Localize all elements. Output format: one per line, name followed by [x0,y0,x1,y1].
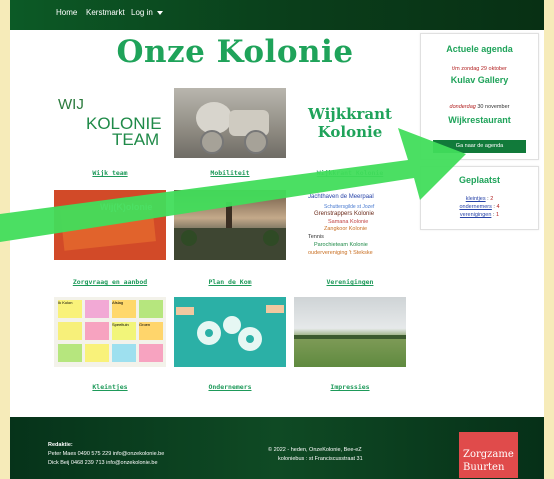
sticky-note [58,322,82,340]
page-title: Onze Kolonie [116,34,354,70]
cloud-item: Samana Kolonie [328,219,369,225]
tile-label-plan-de-kom[interactable]: Plan de Kom [174,278,286,286]
cloud-item: oudervereniging 't Stekske [308,250,373,256]
geplaatst-row: kleintjes : 2 [465,196,494,202]
tile-label-wijkkrant[interactable]: Wijkkrant Kolonie [294,169,406,177]
geplaatst-link-kleintjes[interactable]: kleintjes [466,196,486,202]
sticky-note [58,344,82,362]
agenda-event2-name[interactable]: Wijkrestaurant [421,115,538,125]
agenda-event1-date: t/m zondag 29 oktober [452,66,507,72]
logo-text-team: TEAM [112,130,160,149]
geplaatst-row: verenigingen : 1 [459,212,500,218]
geplaatst-count: 1 [496,212,500,218]
wijkkrant-text-1: Wijkkrant [308,105,392,123]
tile-label-wijk-team[interactable]: Wijk team [54,169,166,177]
sticky-note: Groen [139,322,163,340]
tile-label-zorgvraag[interactable]: Zorgvraag en aanbod [54,278,166,286]
tile-verenigingen[interactable]: Jachthaven de Meerpaal Schuttersgilde st… [294,190,406,270]
horizon-trees [294,335,406,339]
agenda-title: Actuele agenda [446,44,513,54]
cloud-item: Tennis [308,234,324,240]
nav-kerstmarkt[interactable]: Kerstmarkt [86,8,125,17]
sticky-note [112,344,136,362]
brochure-text: Wij(K)olonie [100,202,153,212]
footer-redaktie: Redaktie: [48,442,73,448]
cloud-item: Jachthaven de Meerpaal [308,194,374,200]
footer-contact-1: Peter Maes 0490 575 229 info@onzekolonie… [48,451,165,457]
geplaatst-count: 2 [490,196,494,202]
geplaatst-count: 4 [496,204,500,210]
sticky-note: Afslag [112,300,136,318]
sticky-note: Speeltuin [112,322,136,340]
footer: Redaktie: Peter Maes 0490 575 229 info@o… [10,417,544,479]
sticky-note [85,322,109,340]
geplaatst-link-ondernemers[interactable]: ondernemers [459,204,491,210]
cloud-item: Zangkoor Kolonie [324,226,368,232]
tile-zorgvraag[interactable]: Wij(K)olonie [54,190,166,260]
tile-mobiliteit[interactable] [174,88,286,158]
geplaatst-box: Geplaatst kleintjes : 2 ondernemers : 4 … [420,166,539,230]
logo-text: Zorgzame [463,449,514,460]
tile-ondernemers[interactable] [174,297,286,367]
tile-label-verenigingen[interactable]: Verenigingen [294,278,406,286]
sticky-note: Ik Kolon [58,300,82,318]
tile-wijk-team[interactable]: WIJ KOLONIE TEAM [54,88,166,158]
statue-image [196,102,269,154]
geplaatst-link-verenigingen[interactable]: verenigingen [460,212,492,218]
top-nav: Home Kerstmarkt Log in [10,0,544,30]
nav-home[interactable]: Home [56,8,77,17]
cloud-item: Grenstrappers Kolonie [314,211,375,217]
tile-wijkkrant[interactable]: Wijkkrant Kolonie [294,88,406,158]
tile-kleintjes[interactable]: Ik Kolon Afslag Speeltuin Groen [54,297,166,367]
cloud-item: Parochieteam Kolonie [314,242,368,248]
agenda-event2-date: 30 november [477,104,510,110]
page: Home Kerstmarkt Log in Onze Kolonie WIJ … [10,0,544,479]
agenda-event2-datetime: donderdag 30 november [421,104,538,110]
agenda-event2-day: donderdag [449,104,476,110]
wijkkrant-text-2: Kolonie [317,123,383,141]
zorgzame-buurten-logo[interactable]: Zorgzame Buurten [459,432,518,478]
tile-impressies[interactable] [294,297,406,367]
agenda-box: Actuele agenda t/m zondag 29 oktober Kul… [420,33,539,160]
sticky-note [139,300,163,318]
footer-copyright: © 2022 - heden, OnzeKolonie, Bee-eZ [268,447,362,453]
logo-text: Buurten [463,462,505,473]
geplaatst-title: Geplaatst [458,175,500,185]
tile-plan-de-kom[interactable] [174,190,286,260]
sticky-note [139,344,163,362]
footer-address: koloniebus : st Franciscusstraat 31 [278,456,363,462]
gears-image [176,305,284,351]
geplaatst-row: ondernemers : 4 [459,204,500,210]
cloud-item: Schuttersgilde st Jozef [324,204,375,210]
tile-label-mobiliteit[interactable]: Mobiliteit [174,169,286,177]
nav-login-label[interactable]: Log in [131,8,153,17]
agenda-event1-name[interactable]: Kulav Gallery [421,75,538,85]
tile-label-ondernemers[interactable]: Ondernemers [174,383,286,391]
sticky-note [85,300,109,318]
tile-label-kleintjes[interactable]: Kleintjes [54,383,166,391]
nav-login[interactable]: Log in [131,8,163,17]
aerial-photo [174,202,286,260]
chevron-down-icon [156,10,163,15]
tile-label-impressies[interactable]: Impressies [294,383,406,391]
agenda-button[interactable]: Ga naar de agenda [433,140,526,153]
footer-contact-2: Dick Beij 0468 239 713 info@onzekolonie.… [48,460,158,466]
logo-text-wij: WIJ [58,96,84,113]
sticky-note [85,344,109,362]
